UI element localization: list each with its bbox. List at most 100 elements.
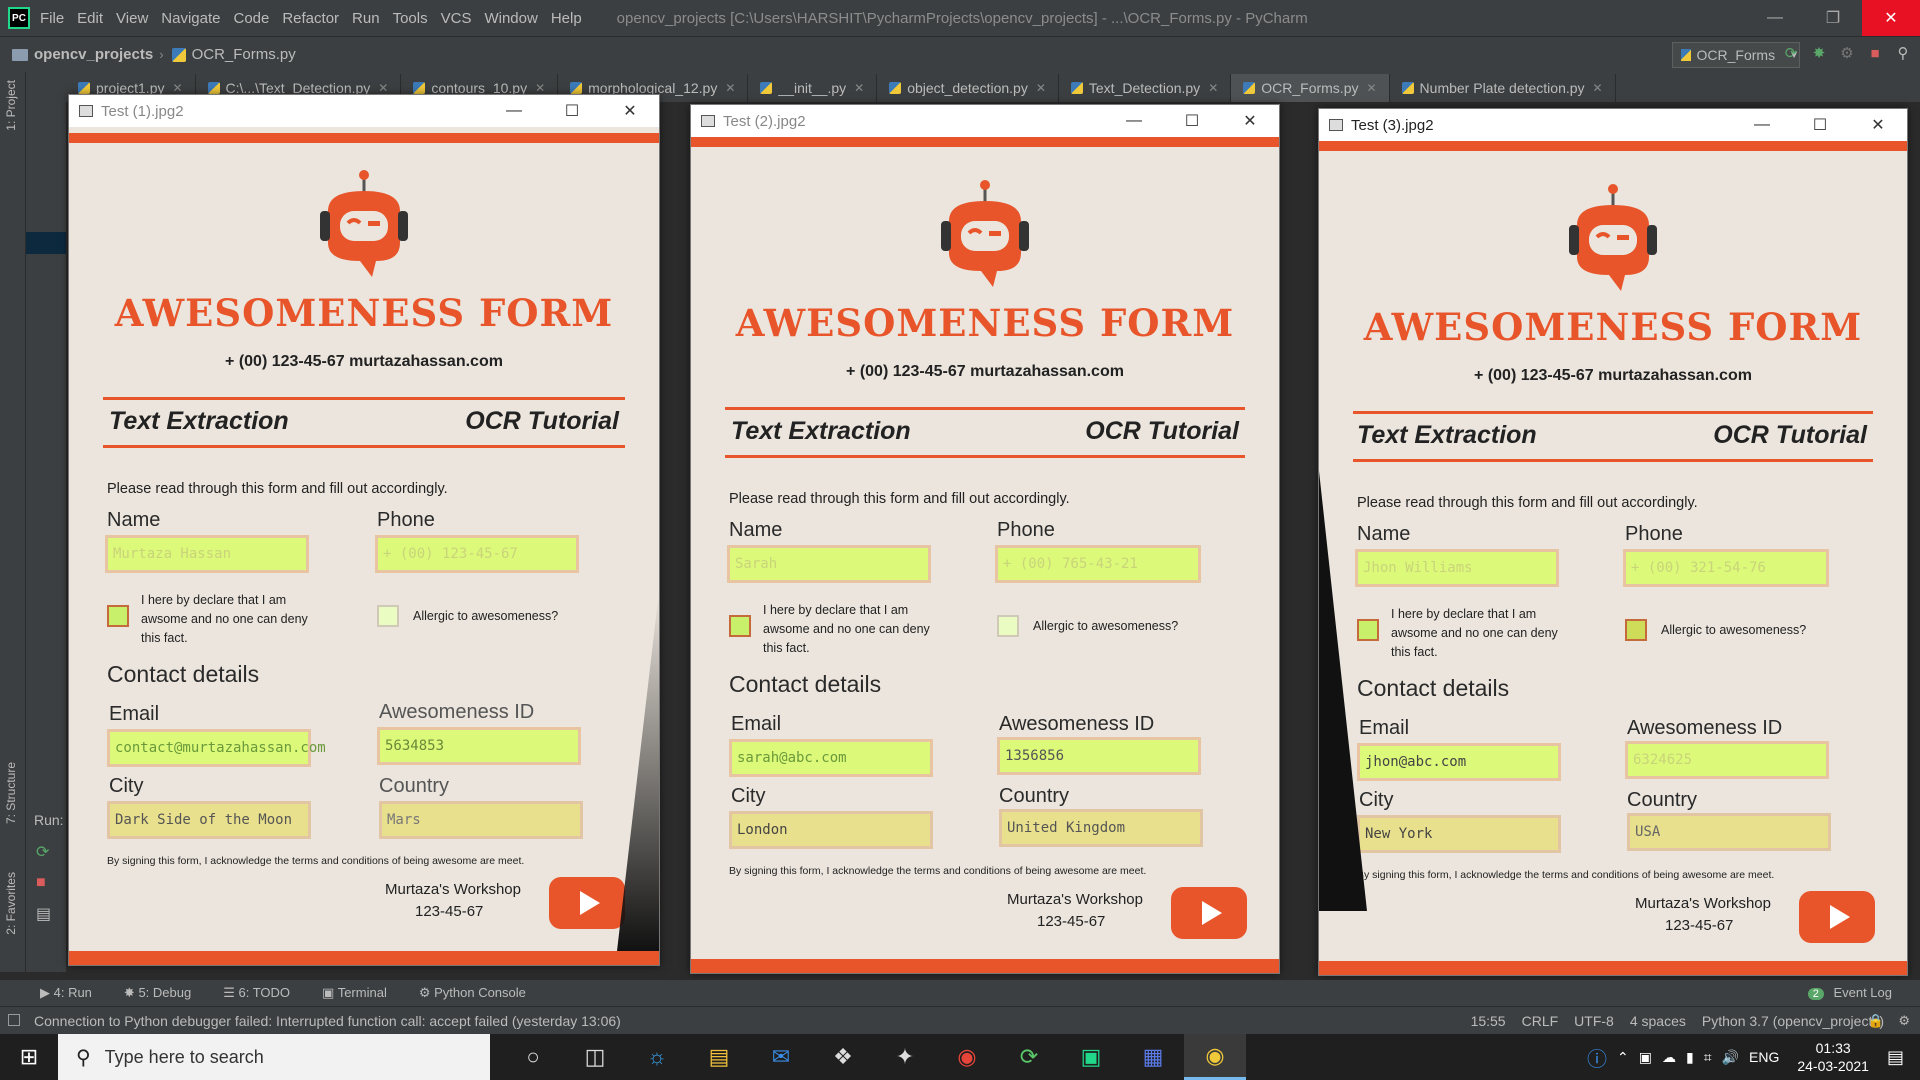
menu-edit[interactable]: Edit: [77, 10, 103, 27]
structure-tool-tab[interactable]: 7: Structure: [4, 762, 18, 824]
layout-icon[interactable]: ▤: [36, 904, 51, 924]
menu-window[interactable]: Window: [484, 10, 537, 27]
image-window-titlebar[interactable]: Test (1).jpg2 — ☐ ✕: [69, 95, 659, 127]
menu-navigate[interactable]: Navigate: [161, 10, 220, 27]
debug-icon[interactable]: ✸: [1810, 45, 1828, 63]
file-encoding[interactable]: UTF-8: [1574, 1013, 1614, 1029]
minimize-icon[interactable]: —: [485, 95, 543, 127]
wifi-icon[interactable]: ⌗: [1704, 1049, 1712, 1066]
tool-debug[interactable]: ✸ 5: Debug: [124, 985, 191, 1001]
maximize-icon[interactable]: ☐: [543, 95, 601, 127]
volume-icon[interactable]: 🔊: [1722, 1049, 1739, 1066]
maximize-icon[interactable]: ☐: [1163, 105, 1221, 137]
chevron-up-icon[interactable]: ⌃: [1617, 1049, 1629, 1066]
edge-icon[interactable]: ☼: [626, 1034, 688, 1080]
windows-start-icon[interactable]: ⊞: [0, 1034, 58, 1080]
image-window-titlebar[interactable]: Test (2).jpg2 — ☐ ✕: [691, 105, 1279, 137]
name-field: Sarah: [727, 545, 931, 583]
taskbar-search[interactable]: ⚲ Type here to search: [58, 1034, 490, 1080]
favorites-tool-tab[interactable]: 2: Favorites: [4, 872, 18, 935]
close-tab-icon[interactable]: ✕: [1366, 81, 1376, 95]
menu-view[interactable]: View: [116, 10, 148, 27]
breadcrumb-file[interactable]: OCR_Forms.py: [192, 46, 296, 63]
indent-setting[interactable]: 4 spaces: [1630, 1013, 1686, 1029]
close-tab-icon[interactable]: ✕: [1208, 81, 1218, 95]
close-tab-icon[interactable]: ✕: [535, 81, 545, 95]
menu-vcs[interactable]: VCS: [441, 10, 472, 27]
caret-position[interactable]: 15:55: [1471, 1013, 1506, 1029]
close-tab-icon[interactable]: ✕: [378, 81, 388, 95]
tab-number-plate[interactable]: Number Plate detection.py ✕: [1390, 74, 1616, 102]
restore-icon[interactable]: ❐: [1804, 0, 1862, 36]
city-field: Dark Side of the Moon: [107, 801, 311, 839]
sublime-icon[interactable]: ✦: [874, 1034, 936, 1080]
image-window-titlebar[interactable]: Test (3).jpg2 — ☐ ✕: [1319, 109, 1907, 141]
tab-text-detection[interactable]: Text_Detection.py ✕: [1059, 74, 1232, 102]
stop-icon[interactable]: ■: [1866, 45, 1884, 63]
minimize-icon[interactable]: —: [1105, 105, 1163, 137]
network-adapter-icon[interactable]: ▣: [1639, 1049, 1652, 1066]
dropbox-icon[interactable]: ❖: [812, 1034, 874, 1080]
clock[interactable]: 01:33 24-03-2021: [1797, 1039, 1869, 1075]
close-icon[interactable]: ✕: [1221, 105, 1279, 137]
status-toggle-icon[interactable]: [8, 1014, 20, 1026]
inspector-icon[interactable]: ⚙: [1898, 1013, 1910, 1029]
event-log[interactable]: 2 Event Log: [1807, 985, 1892, 1000]
close-tab-icon[interactable]: ✕: [1593, 81, 1603, 95]
menu-run[interactable]: Run: [352, 10, 380, 27]
close-tab-icon[interactable]: ✕: [172, 81, 182, 95]
refresh-app-icon[interactable]: ⟳: [998, 1034, 1060, 1080]
pycharm-taskbar-icon[interactable]: ▣: [1060, 1034, 1122, 1080]
language-indicator[interactable]: ENG: [1749, 1049, 1779, 1065]
line-separator[interactable]: CRLF: [1522, 1013, 1559, 1029]
selected-tree-row[interactable]: [26, 232, 66, 254]
search-icon[interactable]: ⚲: [1894, 45, 1912, 63]
coverage-icon[interactable]: ⚙: [1838, 45, 1856, 63]
mail-icon[interactable]: ✉: [750, 1034, 812, 1080]
breadcrumb-project[interactable]: opencv_projects: [34, 46, 153, 63]
close-icon[interactable]: ✕: [601, 95, 659, 127]
status-message[interactable]: Connection to Python debugger failed: In…: [34, 1013, 621, 1029]
chrome-icon[interactable]: ◉: [936, 1034, 998, 1080]
python-interpreter[interactable]: Python 3.7 (opencv_projects): [1702, 1013, 1884, 1029]
close-tab-icon[interactable]: ✕: [725, 81, 735, 95]
onedrive-icon[interactable]: ☁: [1662, 1049, 1676, 1066]
notifications-icon[interactable]: ▤: [1887, 1047, 1904, 1068]
image-window-2[interactable]: Test (2).jpg2 — ☐ ✕ AWESOMENESS FORM + (…: [690, 104, 1280, 974]
menu-code[interactable]: Code: [233, 10, 269, 27]
minimize-icon[interactable]: —: [1733, 109, 1791, 141]
close-icon[interactable]: ✕: [1849, 109, 1907, 141]
tab-ocr-forms[interactable]: OCR_Forms.py ✕: [1231, 74, 1390, 102]
stop-icon[interactable]: ■: [36, 874, 51, 892]
close-icon[interactable]: ✕: [1862, 0, 1920, 36]
image-window-1[interactable]: Test (1).jpg2 — ☐ ✕ AWESOMENESS FORM + (…: [68, 94, 660, 966]
devcpp-icon[interactable]: ▦: [1122, 1034, 1184, 1080]
pycharm-logo-icon[interactable]: PC: [8, 7, 30, 29]
maximize-icon[interactable]: ☐: [1791, 109, 1849, 141]
tool-python-console[interactable]: ⚙ Python Console: [419, 985, 526, 1001]
run-config-select[interactable]: OCR_Forms ▼: [1672, 42, 1800, 68]
tool-terminal[interactable]: ▣ Terminal: [322, 985, 387, 1001]
close-tab-icon[interactable]: ✕: [854, 81, 864, 95]
tab-init[interactable]: __init__.py ✕: [748, 74, 878, 102]
image-window-3[interactable]: Test (3).jpg2 — ☐ ✕ AWESOMENESS FORM + (…: [1318, 108, 1908, 976]
lock-icon[interactable]: 🔒: [1868, 1013, 1884, 1029]
project-tool-tab[interactable]: 1: Project: [4, 80, 18, 131]
menu-tools[interactable]: Tools: [393, 10, 428, 27]
tab-object-detection[interactable]: object_detection.py ✕: [877, 74, 1059, 102]
menu-file[interactable]: File: [40, 10, 64, 27]
rerun-icon[interactable]: ⟳: [1782, 45, 1800, 63]
file-explorer-icon[interactable]: ▤: [688, 1034, 750, 1080]
rerun-icon[interactable]: ⟳: [36, 842, 51, 862]
tool-todo[interactable]: ☰ 6: TODO: [223, 985, 290, 1001]
task-view-icon[interactable]: ◫: [564, 1034, 626, 1080]
battery-icon[interactable]: ▮: [1686, 1049, 1694, 1066]
cortana-icon[interactable]: ○: [502, 1034, 564, 1080]
tool-run[interactable]: ▶ 4: Run: [40, 985, 92, 1001]
menu-help[interactable]: Help: [551, 10, 582, 27]
minimize-icon[interactable]: —: [1746, 0, 1804, 36]
menu-refactor[interactable]: Refactor: [282, 10, 339, 27]
help-icon[interactable]: ⓘ: [1587, 1043, 1607, 1072]
close-tab-icon[interactable]: ✕: [1036, 81, 1046, 95]
python-taskbar-icon[interactable]: ◉: [1184, 1034, 1246, 1080]
